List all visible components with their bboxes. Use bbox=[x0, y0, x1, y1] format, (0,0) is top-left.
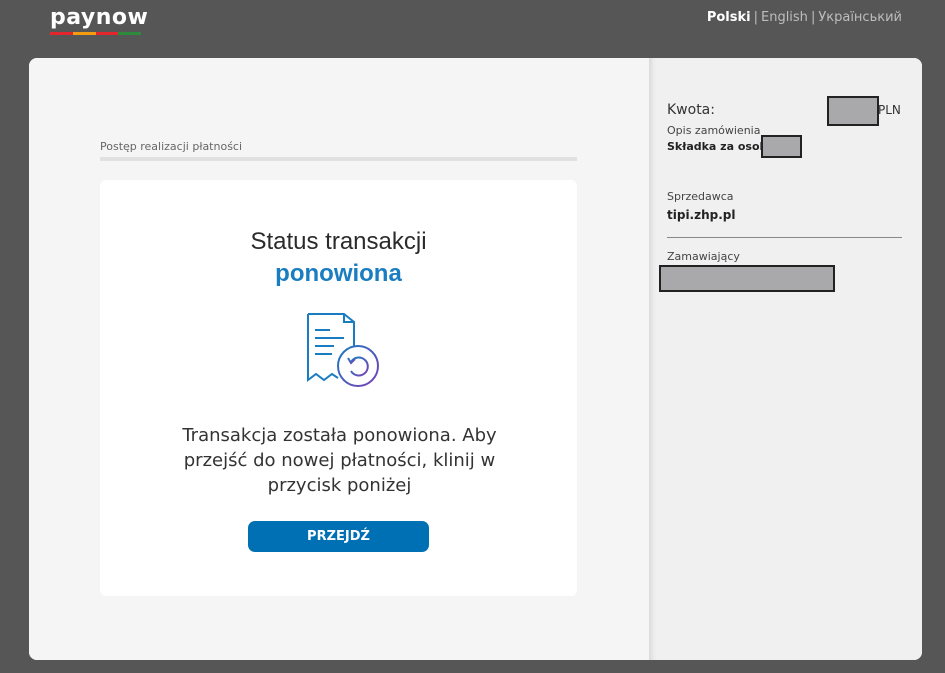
status-title: Status transakcji bbox=[250, 228, 427, 255]
logo-color-bar bbox=[50, 32, 141, 35]
progress-bar bbox=[100, 157, 577, 161]
buyer-label: Zamawiający bbox=[667, 250, 740, 263]
progress-label: Postęp realizacji płatności bbox=[100, 140, 243, 153]
payment-card: Postęp realizacji płatności Status trans… bbox=[29, 58, 922, 660]
buyer-redacted bbox=[659, 265, 835, 292]
logo-text: paynow bbox=[50, 5, 149, 30]
lang-separator: | bbox=[753, 10, 758, 25]
lang-polski[interactable]: Polski bbox=[707, 10, 751, 25]
status-value: ponowiona bbox=[275, 260, 402, 287]
receipt-refresh-icon bbox=[307, 313, 379, 387]
lang-english[interactable]: English bbox=[761, 10, 808, 25]
payment-status-section: Postęp realizacji płatności Status trans… bbox=[29, 58, 649, 660]
lang-ukrainian[interactable]: Український bbox=[818, 10, 902, 25]
status-message: Transakcja została ponowiona. Aby przejś… bbox=[182, 425, 497, 496]
language-switcher: Polski | English | Український bbox=[707, 10, 902, 25]
divider bbox=[667, 237, 902, 238]
seller-value: tipi.zhp.pl bbox=[667, 208, 736, 222]
lang-separator: | bbox=[810, 10, 816, 25]
description-redacted bbox=[761, 135, 802, 158]
order-summary: Kwota: PLN Opis zamówienia Składka za os… bbox=[649, 58, 922, 660]
proceed-button[interactable]: PRZEJDŹ bbox=[248, 521, 429, 552]
currency: PLN bbox=[878, 103, 901, 117]
status-panel: Status transakcji ponowiona Transakcja z… bbox=[100, 180, 577, 596]
amount-redacted bbox=[827, 96, 879, 126]
amount-label: Kwota: bbox=[667, 102, 715, 118]
seller-label: Sprzedawca bbox=[667, 190, 734, 203]
description-label: Opis zamówienia bbox=[667, 124, 761, 137]
paynow-logo: paynow bbox=[50, 5, 148, 35]
